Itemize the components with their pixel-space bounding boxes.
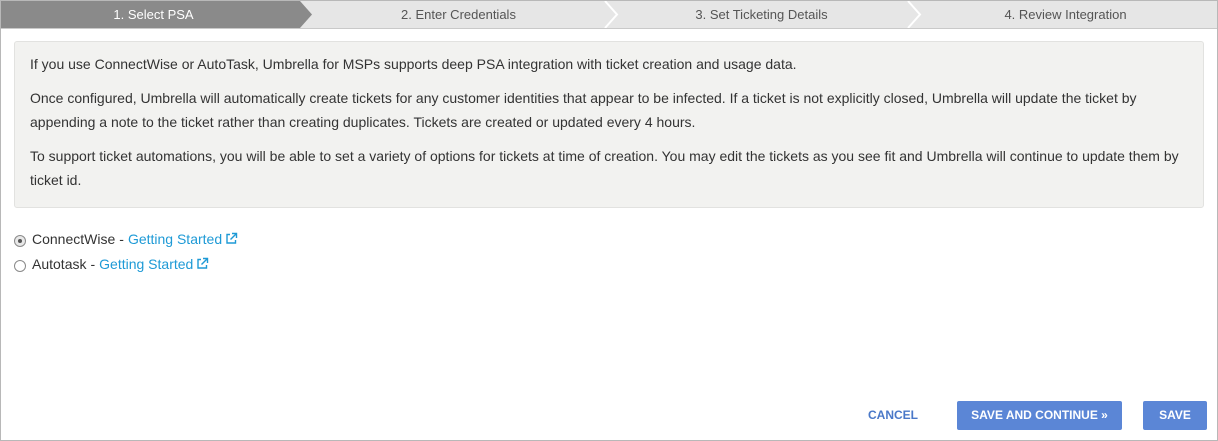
external-link-icon — [197, 257, 209, 269]
autotask-label: Autotask — [32, 256, 87, 272]
save-and-continue-button[interactable]: SAVE AND CONTINUE » — [957, 401, 1122, 430]
step-review-integration[interactable]: 4. Review Integration — [914, 1, 1217, 28]
psa-integration-panel: 1. Select PSA 2. Enter Credentials 3. Se… — [0, 0, 1218, 441]
option-separator: - — [90, 256, 96, 272]
info-paragraph-3: To support ticket automations, you will … — [30, 148, 1179, 188]
connectwise-radio[interactable] — [14, 234, 26, 247]
cancel-button[interactable]: CANCEL — [853, 401, 933, 429]
wizard-steps: 1. Select PSA 2. Enter Credentials 3. Se… — [1, 1, 1217, 29]
autotask-radio[interactable] — [14, 259, 26, 272]
option-autotask[interactable]: Autotask - Getting Started — [14, 254, 209, 274]
info-paragraph-1: If you use ConnectWise or AutoTask, Umbr… — [30, 56, 797, 72]
connectwise-link-text[interactable]: Getting Started — [128, 231, 222, 247]
autotask-link-text[interactable]: Getting Started — [99, 256, 193, 272]
info-paragraph-2: Once configured, Umbrella will automatic… — [30, 90, 1137, 130]
autotask-getting-started-link[interactable]: Getting Started — [99, 254, 209, 274]
option-connectwise[interactable]: ConnectWise - Getting Started — [14, 229, 238, 249]
connectwise-label: ConnectWise — [32, 231, 116, 247]
option-separator: - — [119, 231, 124, 247]
step-select-psa[interactable]: 1. Select PSA — [1, 1, 306, 28]
step-set-ticketing-details[interactable]: 3. Set Ticketing Details — [609, 1, 914, 28]
step-enter-credentials[interactable]: 2. Enter Credentials — [306, 1, 611, 28]
connectwise-getting-started-link[interactable]: Getting Started — [128, 229, 238, 249]
save-button[interactable]: SAVE — [1143, 401, 1207, 430]
external-link-icon — [226, 232, 238, 244]
info-box: If you use ConnectWise or AutoTask, Umbr… — [14, 41, 1204, 208]
